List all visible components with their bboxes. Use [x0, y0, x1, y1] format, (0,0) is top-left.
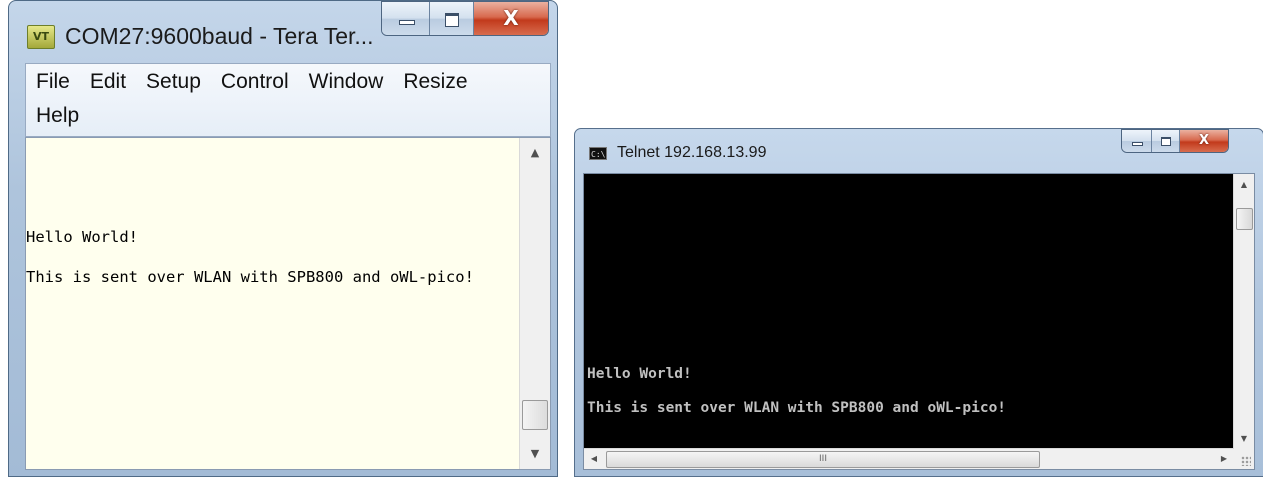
telnet-terminal[interactable]: Hello World! This is sent over WLAN with…	[583, 173, 1255, 470]
menu-row-1: File Edit Setup Control Window Resize	[34, 70, 470, 94]
close-icon: X	[1198, 133, 1210, 148]
scrollbar-thumb[interactable]	[1236, 208, 1253, 230]
minimize-button[interactable]	[1122, 130, 1152, 152]
minimize-icon	[1131, 142, 1143, 147]
horizontal-scrollbar-thumb[interactable]: III	[606, 451, 1040, 468]
telnet-vertical-scrollbar[interactable]: ▲ ▼	[1233, 174, 1254, 450]
close-icon: X	[503, 6, 519, 30]
scroll-right-arrow-icon[interactable]: ▶	[1214, 449, 1234, 469]
scroll-left-arrow-icon[interactable]: ◀	[584, 449, 604, 469]
scrollbar-thumb[interactable]	[522, 400, 548, 430]
teraterm-vertical-scrollbar[interactable]: ▲ ▼	[519, 138, 550, 469]
teraterm-window-title: COM27:9600baud - Tera Ter...	[65, 23, 374, 49]
telnet-horizontal-scrollbar[interactable]: ◀ III ▶	[584, 448, 1234, 469]
maximize-icon	[1160, 137, 1171, 146]
maximize-button[interactable]	[1152, 130, 1180, 152]
terminal-line: This is sent over WLAN with SPB800 and o…	[26, 268, 474, 286]
teraterm-menu-bar: File Edit Setup Control Window Resize He…	[25, 63, 551, 137]
telnet-window-title: Telnet 192.168.13.99	[617, 144, 767, 161]
maximize-icon	[444, 12, 459, 27]
teraterm-caption-buttons: X	[381, 1, 549, 36]
telnet-caption-buttons: X	[1121, 129, 1229, 153]
menu-edit[interactable]: Edit	[88, 70, 128, 94]
close-button[interactable]: X	[474, 2, 548, 35]
scroll-up-arrow-icon[interactable]: ▲	[520, 140, 550, 166]
console-app-icon[interactable]: C:\	[589, 147, 607, 160]
menu-file[interactable]: File	[34, 70, 72, 94]
close-button[interactable]: X	[1180, 130, 1228, 152]
scroll-up-arrow-icon[interactable]: ▲	[1234, 176, 1254, 194]
scroll-down-arrow-icon[interactable]: ▼	[1234, 430, 1254, 448]
teraterm-title-bar[interactable]: VT COM27:9600baud - Tera Ter... X	[9, 1, 557, 63]
minimize-button[interactable]	[382, 2, 430, 35]
teraterm-window: VT COM27:9600baud - Tera Ter... X File E…	[8, 0, 558, 477]
teraterm-terminal[interactable]: Hello World! This is sent over WLAN with…	[25, 137, 551, 470]
menu-setup[interactable]: Setup	[144, 70, 203, 94]
resize-grip-icon[interactable]	[1234, 449, 1254, 469]
telnet-window: C:\ Telnet 192.168.13.99 X Hello World! …	[574, 128, 1263, 477]
scroll-down-arrow-icon[interactable]: ▼	[520, 441, 550, 467]
maximize-button[interactable]	[430, 2, 474, 35]
terminal-line: This is sent over WLAN with SPB800 and o…	[587, 400, 1007, 416]
minimize-icon	[398, 20, 415, 26]
teraterm-app-icon[interactable]: VT	[27, 25, 55, 49]
menu-control[interactable]: Control	[219, 70, 291, 94]
menu-row-2: Help	[34, 104, 81, 128]
menu-help[interactable]: Help	[34, 104, 81, 128]
menu-resize[interactable]: Resize	[401, 70, 469, 94]
menu-window[interactable]: Window	[307, 70, 386, 94]
terminal-line: Hello World!	[26, 228, 138, 246]
terminal-line: Hello World!	[587, 366, 692, 382]
